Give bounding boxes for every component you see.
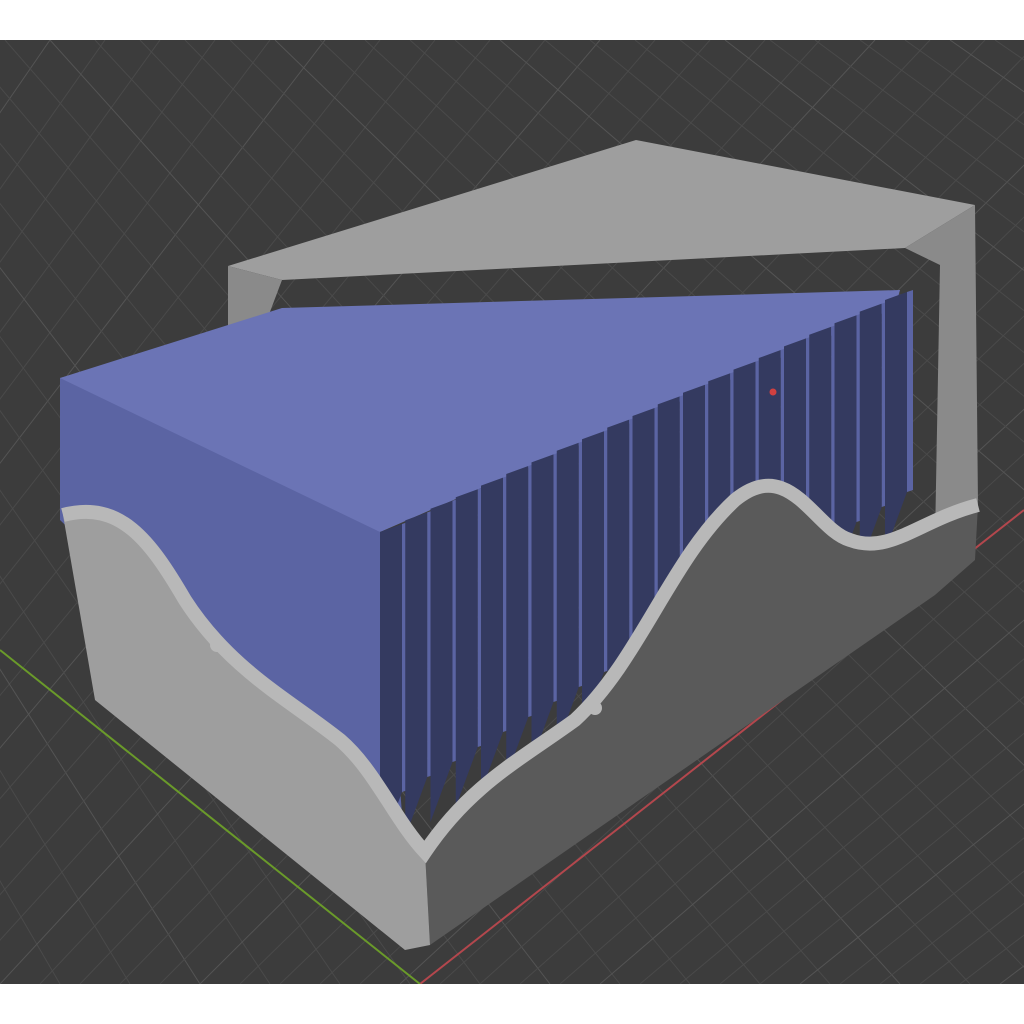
mounting-bump bbox=[210, 638, 224, 652]
object-origin-marker[interactable] bbox=[769, 388, 777, 396]
3d-scene[interactable] bbox=[0, 40, 1024, 984]
fin-edge bbox=[907, 290, 913, 492]
3d-viewport[interactable] bbox=[0, 40, 1024, 984]
mounting-bump bbox=[588, 701, 602, 715]
viewport-frame bbox=[0, 0, 1024, 1024]
